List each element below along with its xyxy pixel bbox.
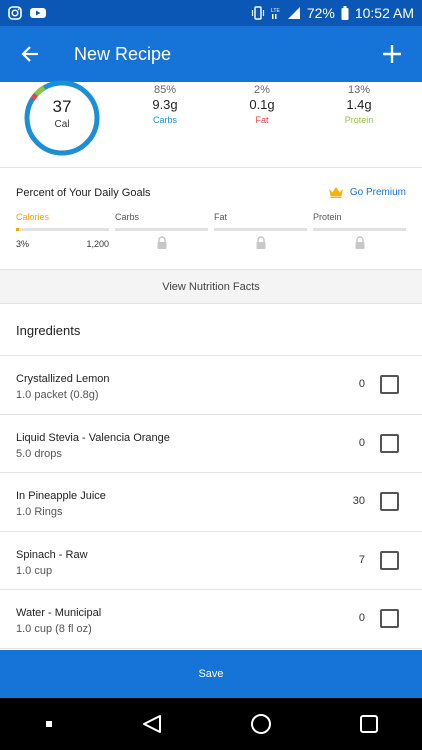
ring-protein-segment [34,85,46,97]
view-nutrition-facts-button[interactable]: View Nutrition Facts [0,270,422,304]
ingredient-name: Liquid Stevia - Valencia Orange [16,431,170,444]
calorie-value: 37 [52,97,72,116]
system-nav-bar [0,698,422,750]
daily-goals: Percent of Your Daily Goals Go Premium C… [0,168,422,270]
ingredient-checkbox[interactable] [380,492,399,511]
back-button[interactable] [16,40,44,68]
ingredient-row[interactable]: Crystallized Lemon 1.0 packet (0.8g) 0 [0,356,422,415]
ingredient-list: Crystallized Lemon 1.0 packet (0.8g) 0 L… [0,356,422,649]
macro-percent: 85% [153,84,177,96]
ingredients-header: Ingredients [0,304,422,356]
youtube-icon [30,8,46,18]
goal-target: 1,200 [86,239,109,249]
svg-text:LTE: LTE [271,8,280,14]
crown-icon [328,187,343,198]
goal-progress-bar [214,228,307,231]
macro-protein: 13% 1.4g Protein [319,84,399,125]
home-circle-icon[interactable] [250,713,272,735]
lock-icon [256,236,265,249]
ingredient-amount: 5.0 drops [16,447,62,460]
goal-label: Protein [313,212,342,222]
battery-icon [341,6,349,20]
goal-calories: Calories 3% 1,200 [16,212,109,249]
goal-progress-fill [16,228,19,231]
ingredient-name: In Pineapple Juice [16,490,106,502]
macro-grams: 9.3g [152,97,178,112]
overview-square-icon[interactable] [359,714,379,734]
goal-progress-bar [313,228,406,231]
macro-name: Fat [255,115,269,125]
macro-percent: 2% [254,84,270,96]
signal-icon [287,7,300,19]
ingredient-amount: 1.0 cup (8 fl oz) [16,623,92,635]
go-premium-label: Go Premium [349,186,406,198]
ingredient-calories: 0 [358,612,365,624]
goal-progress-bar [16,228,109,231]
macro-percent: 13% [347,84,371,96]
recents-square-icon[interactable] [44,719,54,729]
lock-icon [157,236,166,249]
goal-percent: 3% [16,239,30,249]
ingredient-checkbox[interactable] [380,609,399,628]
macro-summary: 37 Cal 85% 9.3g Carbs 2% 0.1g Fat 13% 1.… [0,80,422,168]
calorie-summary: 37 Cal [22,97,102,130]
goals-title: Percent of Your Daily Goals [16,187,151,199]
ingredient-row[interactable]: Spinach - Raw 1.0 cup 7 [0,532,422,590]
goal-carbs: Carbs [115,212,208,249]
back-arrow-icon [21,46,38,62]
save-button[interactable]: Save [0,650,422,698]
app-bar: New Recipe [0,26,422,82]
macro-name: Carbs [152,115,177,125]
macro-grams: 0.1g [249,97,275,112]
goal-label: Calories [16,212,50,222]
ingredient-name: Spinach - Raw [16,548,88,561]
goal-fat: Fat [214,212,307,249]
macro-name: Protein [344,115,374,125]
ingredient-row[interactable]: Liquid Stevia - Valencia Orange 5.0 drop… [0,415,422,473]
ingredient-checkbox[interactable] [380,433,399,453]
go-premium-link[interactable]: Go Premium [328,186,406,198]
ingredient-name: Water - Municipal [16,607,102,619]
add-button[interactable] [378,40,406,68]
ingredient-row[interactable]: Water - Municipal 1.0 cup (8 fl oz) 0 [0,590,422,649]
page-title: New Recipe [74,43,172,64]
ingredient-calories: 0 [358,378,365,390]
ingredient-row[interactable]: In Pineapple Juice 1.0 Rings 30 [0,473,422,532]
battery-percent: 72% [306,5,335,21]
clock: 10:52 AM [354,5,414,21]
status-bar: LTE 72% 10:52 AM [0,0,422,26]
ingredient-calories: 30 [352,495,365,507]
macro-carbs: 85% 9.3g Carbs [125,84,205,125]
lock-icon [355,236,364,249]
ingredient-calories: 0 [358,436,365,449]
vibrate-icon [251,6,264,20]
ingredient-amount: 1.0 packet (0.8g) [16,389,99,401]
goal-label: Carbs [115,212,140,222]
goal-protein: Protein [313,212,406,249]
ingredient-checkbox[interactable] [380,375,399,394]
plus-icon [383,45,401,63]
ingredient-amount: 1.0 cup [16,564,53,577]
goal-label: Fat [214,212,228,222]
instagram-icon [8,6,22,20]
goal-progress-bar [115,228,208,231]
back-triangle-icon[interactable] [141,713,163,735]
ingredient-checkbox[interactable] [380,550,399,570]
lte-signal-icon: LTE [271,8,280,19]
macro-fat: 2% 0.1g Fat [222,84,302,125]
calorie-label: Cal [54,119,70,130]
ingredient-amount: 1.0 Rings [16,506,63,518]
macro-grams: 1.4g [346,97,372,112]
ingredient-calories: 7 [358,553,365,566]
ingredient-name: Crystallized Lemon [16,373,110,385]
